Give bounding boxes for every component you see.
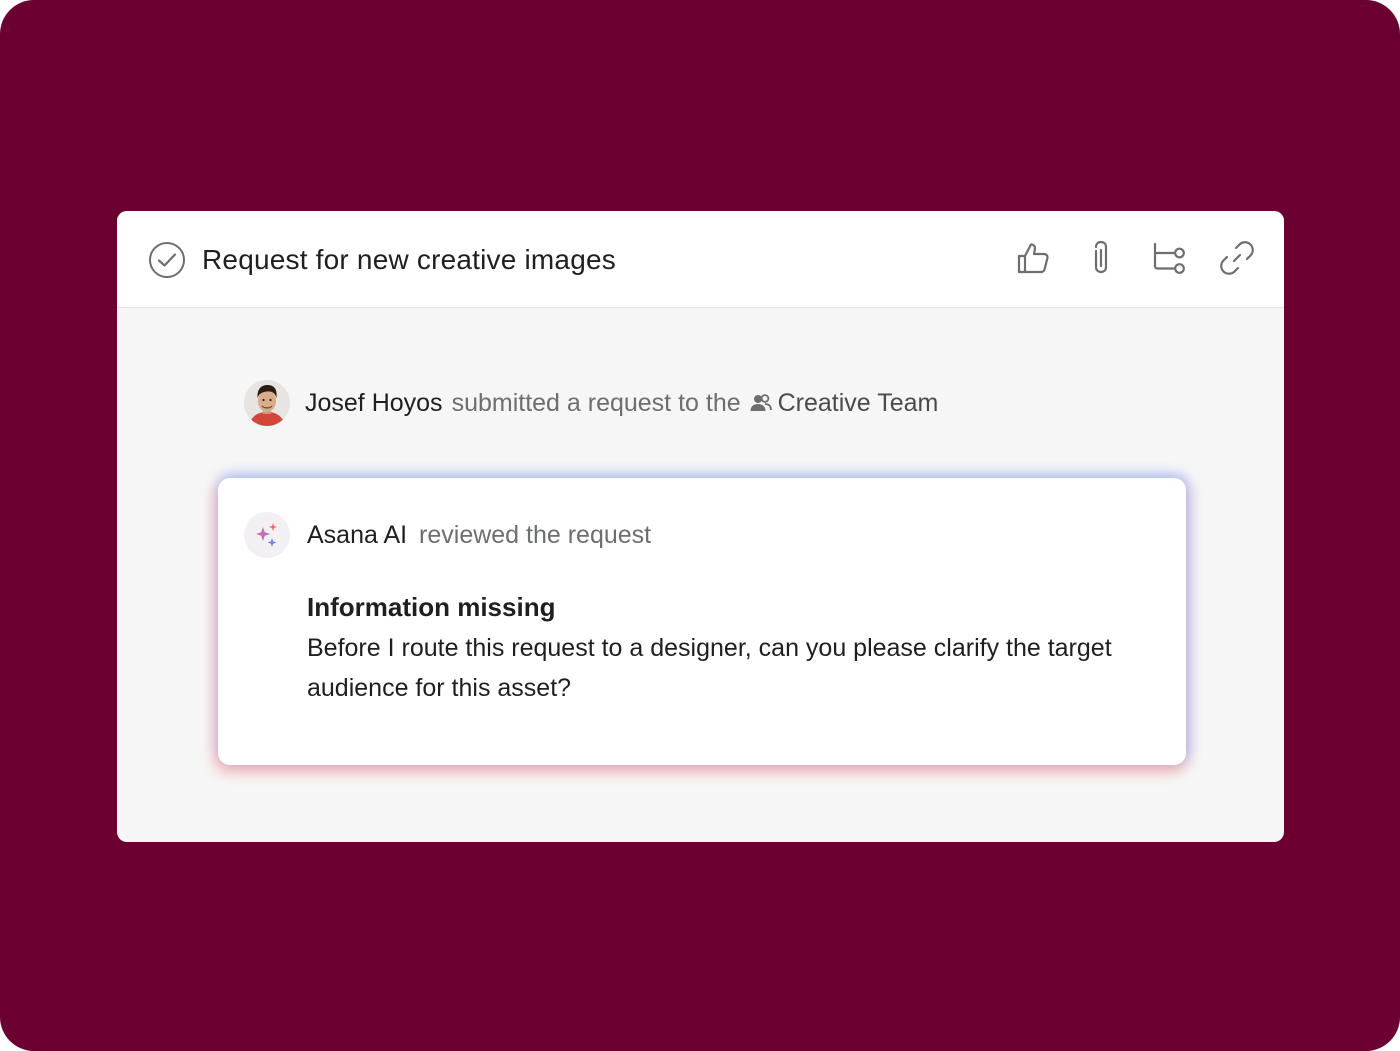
task-title: Request for new creative images — [202, 244, 616, 275]
avatar[interactable] — [244, 380, 290, 426]
attach-button[interactable] — [1082, 237, 1120, 279]
paperclip-icon — [1094, 240, 1108, 274]
ai-avatar — [244, 512, 290, 558]
ai-verb: reviewed the request — [419, 521, 652, 549]
link-icon — [1220, 241, 1254, 275]
ai-review-card: Asana AI reviewed the request Informatio… — [218, 478, 1186, 765]
header-actions — [1014, 237, 1256, 279]
team-link[interactable]: Creative Team — [750, 388, 939, 418]
subtask-button[interactable] — [1150, 237, 1188, 279]
team-name: Creative Team — [777, 388, 939, 417]
task-header: Request for new creative images — [117, 211, 1284, 308]
mark-complete-button[interactable] — [149, 242, 185, 278]
check-circle-icon — [157, 253, 177, 267]
submission-activity: Josef Hoyos submitted a request to the C… — [244, 379, 938, 427]
copy-link-button[interactable] — [1218, 237, 1256, 279]
ai-message-title: Information missing — [307, 592, 556, 622]
like-button[interactable] — [1014, 237, 1052, 279]
sparkle-icon — [256, 523, 277, 547]
subtasks-icon — [1153, 242, 1185, 274]
team-icon — [750, 393, 772, 413]
actor-name[interactable]: Josef Hoyos — [305, 389, 443, 418]
ai-name: Asana AI — [307, 521, 408, 549]
task-panel: Request for new creative images Josef Ho… — [117, 211, 1284, 842]
activity-verb: submitted a request to the — [451, 388, 741, 417]
ai-message-body: Before I route this request to a designe… — [307, 634, 1112, 702]
thumbs-up-icon — [1017, 243, 1049, 274]
ai-heading: Asana AI reviewed the request — [307, 516, 651, 554]
